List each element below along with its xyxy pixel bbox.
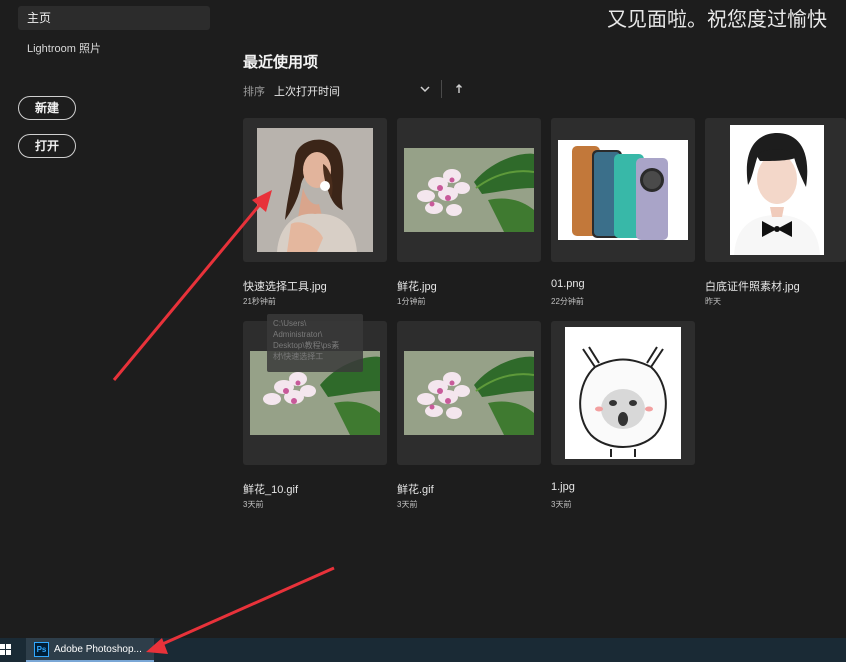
file-name: 鲜花.jpg (397, 281, 437, 293)
file-time: 3天前 (397, 500, 418, 509)
taskbar-app-label: Adobe Photoshop... (54, 644, 142, 655)
tooltip-line: Desktop\教程\ps素 (273, 341, 340, 350)
recent-section-title: 最近使用项 (243, 54, 319, 71)
sidebar-item-lightroom[interactable]: Lightroom 照片 (27, 40, 101, 56)
tooltip-line: 材\快速选择工 (273, 352, 324, 361)
file-time: 昨天 (705, 297, 721, 306)
portrait-image (257, 128, 373, 252)
file-time: 3天前 (551, 500, 572, 509)
file-thumbnail[interactable] (397, 118, 541, 262)
arrow-up-icon[interactable] (453, 82, 465, 96)
taskbar-app-photoshop[interactable]: Ps Adobe Photoshop... (26, 638, 154, 662)
flower-image (404, 351, 534, 435)
photoshop-icon: Ps (34, 642, 49, 657)
phones-image (558, 140, 688, 240)
sort-dropdown[interactable]: 上次打开时间 (274, 83, 340, 99)
file-name: 01.png (551, 278, 585, 290)
file-path-tooltip: C:\Users\ Administrator\ Desktop\教程\ps素 … (267, 314, 363, 372)
file-name: 鲜花_10.gif (243, 484, 299, 496)
greeting-text: 又见面啦。祝您度过愉快 (607, 9, 827, 31)
tooltip-line: C:\Users\ (273, 319, 307, 328)
new-button[interactable]: 新建 (18, 96, 76, 120)
file-time: 21秒钟前 (243, 297, 276, 306)
file-thumbnail[interactable] (397, 321, 541, 465)
flower-image (404, 148, 534, 232)
file-thumbnail[interactable] (243, 118, 387, 262)
file-thumbnail[interactable] (551, 321, 695, 465)
file-name: 白底证件照素材.jpg (705, 281, 800, 293)
file-time: 22分钟前 (551, 297, 584, 306)
file-thumbnail[interactable] (551, 118, 695, 262)
taskbar: Ps Adobe Photoshop... (0, 638, 846, 662)
file-time: 1分钟前 (397, 297, 426, 306)
sort-label: 排序 (243, 86, 265, 98)
sidebar: 主页 Lightroom 照片 新建 打开 (0, 0, 222, 638)
tooltip-line: Administrator\ (273, 330, 323, 339)
file-name: 快速选择工具.jpg (243, 281, 327, 293)
divider (441, 80, 442, 98)
file-thumbnail[interactable] (705, 118, 846, 262)
sidebar-item-home[interactable]: 主页 (18, 6, 210, 30)
open-button[interactable]: 打开 (18, 134, 76, 158)
meme-face-image (565, 327, 681, 459)
file-name: 鲜花.gif (397, 484, 434, 496)
file-name: 1.jpg (551, 481, 575, 493)
chevron-down-icon[interactable] (419, 82, 431, 96)
windows-start-icon[interactable] (0, 644, 12, 656)
file-time: 3天前 (243, 500, 264, 509)
id-photo-image (730, 125, 824, 255)
